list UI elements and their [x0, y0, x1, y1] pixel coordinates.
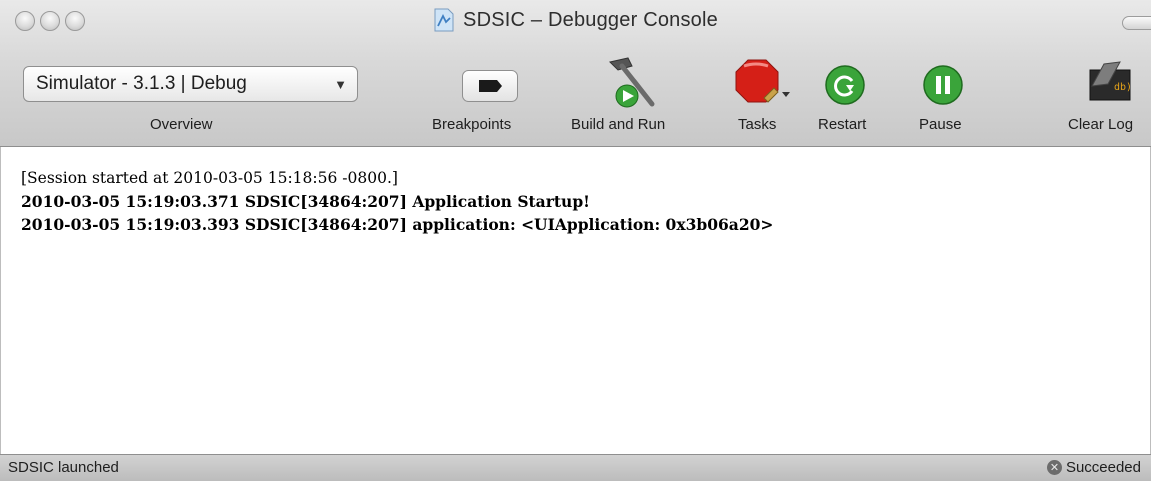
breakpoint-arrow-icon [462, 70, 518, 102]
restart-label: Restart [818, 116, 867, 133]
restart-icon [825, 65, 865, 105]
svg-text:db): db) [1114, 82, 1132, 93]
build-and-run-label: Build and Run [571, 116, 666, 133]
scheme-popup-value: Simulator - 3.1.3 | Debug [36, 73, 247, 94]
debugger-console-window: SDSIC – Debugger Console Simulator - 3.1… [0, 0, 1151, 481]
toolbar-toggle-button[interactable] [1122, 16, 1151, 30]
overview-label: Overview [150, 116, 213, 133]
status-bar: SDSIC launched ✕ Succeeded [0, 454, 1151, 481]
breakpoints-button[interactable] [462, 70, 518, 107]
tasks-button[interactable] [734, 58, 792, 115]
x-circle-icon: ✕ [1046, 460, 1062, 475]
pause-button[interactable] [922, 64, 964, 111]
clear-log-button[interactable]: db) [1086, 58, 1134, 111]
breakpoints-label: Breakpoints [432, 116, 512, 133]
build-status: ✕ Succeeded [1046, 459, 1141, 476]
console-line: [Session started at 2010-03-05 15:18:56 … [21, 169, 398, 187]
build-and-run-button[interactable] [604, 54, 660, 115]
tasks-label: Tasks [738, 116, 777, 133]
clear-log-icon: db) [1089, 61, 1132, 101]
window-title-bar: SDSIC – Debugger Console [0, 8, 1151, 37]
build-status-text: Succeeded [1065, 459, 1141, 476]
console-output[interactable]: [Session started at 2010-03-05 15:18:56 … [0, 147, 1151, 454]
pause-icon [923, 65, 963, 105]
pause-label: Pause [919, 116, 962, 133]
project-document-icon [434, 8, 454, 32]
clear-log-label: Clear Log [1068, 116, 1134, 133]
status-message: SDSIC launched [8, 459, 119, 476]
stop-sign-icon [735, 59, 790, 103]
hammer-run-icon [609, 57, 655, 108]
window-title: SDSIC – Debugger Console [463, 8, 718, 31]
chevron-down-icon: ▼ [334, 77, 347, 92]
console-line: 2010-03-05 15:19:03.371 SDSIC[34864:207]… [21, 192, 590, 211]
console-line: 2010-03-05 15:19:03.393 SDSIC[34864:207]… [21, 215, 774, 234]
window-toolbar: SDSIC – Debugger Console Simulator - 3.1… [0, 0, 1151, 147]
scheme-popup[interactable]: Simulator - 3.1.3 | Debug ▼ [23, 66, 358, 102]
restart-button[interactable] [824, 64, 866, 111]
